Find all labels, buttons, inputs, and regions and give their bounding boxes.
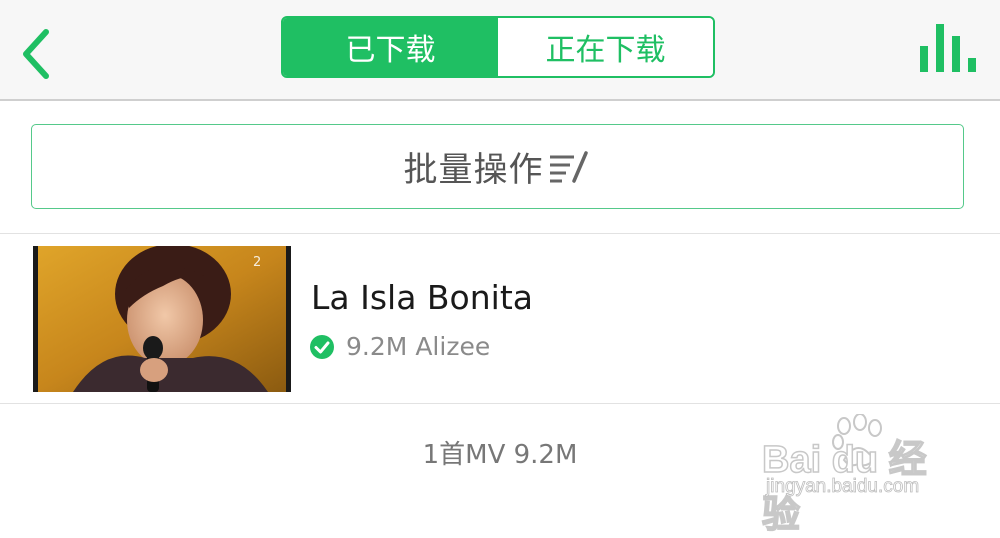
svg-text:2: 2 xyxy=(253,255,261,270)
list-edit-icon xyxy=(549,150,588,183)
tab-downloading[interactable]: 正在下载 xyxy=(498,18,713,76)
check-circle-icon xyxy=(310,334,334,359)
item-title: La Isla Bonita xyxy=(311,278,533,317)
item-artist: Alizee xyxy=(415,332,491,361)
divider xyxy=(0,403,1000,404)
equalizer-button[interactable] xyxy=(918,22,980,74)
download-tabs: 已下载 正在下载 xyxy=(281,16,715,78)
bars-icon xyxy=(920,24,976,72)
chevron-left-icon xyxy=(23,29,49,79)
list-item[interactable]: 2 La Isla Bonita 9.2M Alizee xyxy=(0,234,1000,402)
tab-downloaded[interactable]: 已下载 xyxy=(283,18,498,76)
baidu-watermark: Bai du 经验 jingyan.baidu.com xyxy=(761,414,952,537)
video-thumbnail: 2 xyxy=(33,246,291,392)
top-bar: 已下载 正在下载 xyxy=(0,0,1000,101)
batch-operation-button[interactable]: 批量操作 xyxy=(31,124,964,209)
watermark-site: jingyan.baidu.com xyxy=(766,476,920,498)
item-size: 9.2M xyxy=(346,332,408,361)
item-meta: 9.2M Alizee xyxy=(310,332,490,361)
back-button[interactable] xyxy=(18,28,58,80)
batch-operation-label: 批量操作 xyxy=(403,150,544,190)
